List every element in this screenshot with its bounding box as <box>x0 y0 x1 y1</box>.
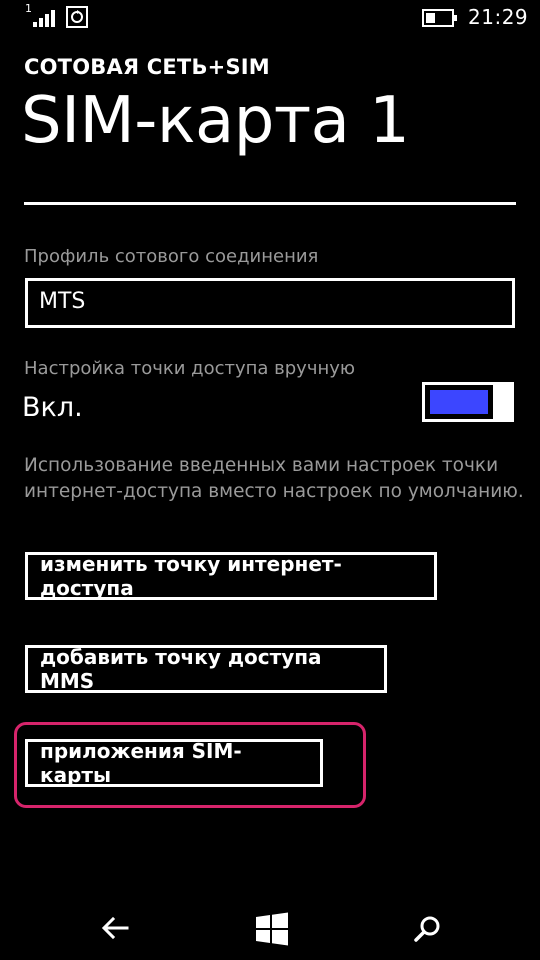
battery-icon <box>422 9 457 27</box>
screen: 1 21:29 СОТОВАЯ СЕТЬ+SIM SIM-карта 1 Про… <box>0 0 540 960</box>
page-title: SIM-карта 1 <box>21 84 410 158</box>
toggle-thumb[interactable] <box>494 382 514 422</box>
title-divider <box>24 202 516 205</box>
profile-field[interactable]: MTS <box>25 278 515 328</box>
windows-start-icon[interactable] <box>255 912 289 946</box>
section-title: СОТОВАЯ СЕТЬ+SIM <box>24 55 270 79</box>
clock: 21:29 <box>468 5 529 29</box>
profile-value: MTS <box>39 289 86 314</box>
edit-internet-ap-button[interactable]: изменить точку интернет-доступа <box>25 552 437 600</box>
search-icon[interactable] <box>412 914 442 944</box>
signal-icon <box>33 10 55 27</box>
manual-ap-label: Настройка точки доступа вручную <box>24 358 356 379</box>
toggle-state-text: Вкл. <box>22 392 83 423</box>
sync-icon <box>66 6 88 28</box>
navigation-bar <box>0 898 540 960</box>
toggle-track <box>422 382 496 422</box>
profile-label: Профиль сотового соединения <box>24 246 319 267</box>
status-bar: 1 21:29 <box>0 0 540 36</box>
manual-ap-description: Использование введенных вами настроек то… <box>24 455 524 502</box>
manual-ap-toggle[interactable] <box>422 382 514 422</box>
sim-apps-button[interactable]: приложения SIM-карты <box>25 739 323 787</box>
back-arrow-icon[interactable] <box>100 914 130 942</box>
add-mms-ap-button[interactable]: добавить точку доступа MMS <box>25 645 387 693</box>
toggle-fill <box>430 390 488 414</box>
